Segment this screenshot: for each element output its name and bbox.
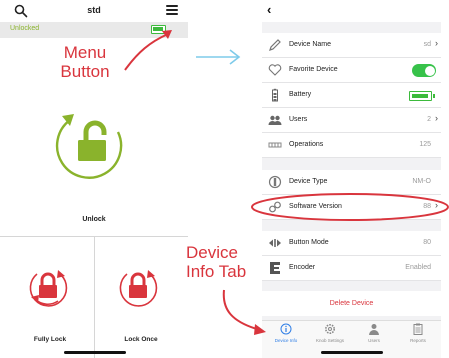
row-device-type: Device Type NM-O (262, 170, 441, 195)
device-info-tab-annotation: Device Info Tab (186, 243, 262, 281)
row-value: 125 (419, 141, 431, 148)
unlock-button[interactable] (48, 104, 134, 184)
operations-icon (268, 142, 282, 148)
row-label: Device Type (289, 178, 328, 185)
tab-label: Reports (410, 338, 426, 343)
annotation-line: Menu (63, 43, 107, 62)
fully-lock-label: Fully Lock (33, 336, 67, 343)
device-info-screen: ‹ Device Name sd › Favorite Device Batte… (262, 0, 441, 358)
row-battery: Battery (262, 83, 441, 108)
row-label: Users (289, 116, 308, 123)
battery-icon (272, 88, 278, 102)
tab-reports[interactable]: Reports (396, 323, 440, 349)
annotation-line: Info Tab (186, 262, 247, 281)
row-label: Favorite Device (289, 66, 338, 73)
device-type-icon (268, 175, 282, 189)
lock-status-bar: Unlocked (0, 22, 188, 38)
row-label: Software Version (289, 203, 342, 210)
user-icon (369, 324, 379, 335)
users-icon (268, 115, 282, 125)
top-bar: std (0, 0, 188, 22)
row-label: Button Mode (289, 239, 329, 246)
row-value: sd (423, 41, 431, 48)
button-mode-icon (269, 239, 281, 247)
battery-icon (151, 25, 166, 34)
row-value: 88 (423, 203, 431, 210)
gears-icon (269, 201, 281, 213)
menu-button-annotation: Menu Button (45, 43, 125, 81)
clipboard-icon (413, 323, 423, 335)
transition-arrow (196, 49, 241, 65)
row-label: Device Name (289, 41, 332, 48)
nav-bar: ‹ (262, 0, 441, 22)
fully-lock-button[interactable] (25, 265, 71, 309)
heart-icon (268, 64, 282, 76)
row-button-mode: Button Mode 80 (262, 231, 441, 256)
info-icon (280, 323, 292, 335)
annotation-line: Device (186, 243, 238, 262)
row-software-version[interactable]: Software Version 88 › (262, 195, 441, 220)
delete-device-button[interactable]: Delete Device (262, 291, 441, 316)
tab-label: Users (368, 338, 380, 343)
chevron-right-icon: › (435, 200, 438, 210)
favorite-toggle[interactable] (412, 64, 436, 77)
battery-level-icon (409, 91, 435, 101)
row-operations: Operations 125 (262, 133, 441, 158)
tab-label: Knob Settings (315, 338, 345, 343)
row-label: Encoder (289, 264, 316, 271)
unlock-label: Unlock (82, 216, 106, 223)
tab-users[interactable]: Users (352, 323, 396, 349)
lock-once-button[interactable] (115, 265, 161, 309)
device-info-annotation-arrow (222, 289, 261, 331)
lock-status-text: Unlocked (10, 25, 40, 32)
annotation-line: Button (60, 62, 110, 81)
chevron-right-icon: › (435, 113, 438, 123)
row-encoder: Encoder Enabled (262, 256, 441, 281)
lock-once-label: Lock Once (124, 336, 158, 343)
row-label: Battery (289, 91, 312, 98)
row-value: Enabled (405, 264, 431, 271)
back-icon[interactable]: ‹ (267, 2, 271, 17)
chevron-right-icon: › (435, 38, 438, 48)
row-value: 80 (423, 239, 431, 246)
row-users[interactable]: Users 2 › (262, 108, 441, 133)
row-device-name[interactable]: Device Name sd › (262, 33, 441, 58)
row-value: 2 (427, 116, 431, 123)
home-indicator (64, 351, 126, 354)
home-indicator (321, 351, 383, 354)
lock-screen: std Unlocked Unlock Fully Lock Lock Once… (0, 0, 188, 358)
tab-label: Device Info (274, 338, 298, 343)
device-title: std (87, 5, 101, 15)
row-label: Operations (289, 141, 324, 148)
tab-knob-settings[interactable]: Knob Settings (308, 323, 352, 349)
tab-device-info[interactable]: Device Info (264, 323, 308, 349)
row-value: NM-O (412, 178, 431, 185)
pencil-icon (269, 39, 281, 51)
encoder-icon (270, 262, 280, 274)
menu-icon[interactable] (166, 5, 178, 16)
gear-icon (325, 324, 335, 334)
row-favorite-device: Favorite Device (262, 58, 441, 83)
